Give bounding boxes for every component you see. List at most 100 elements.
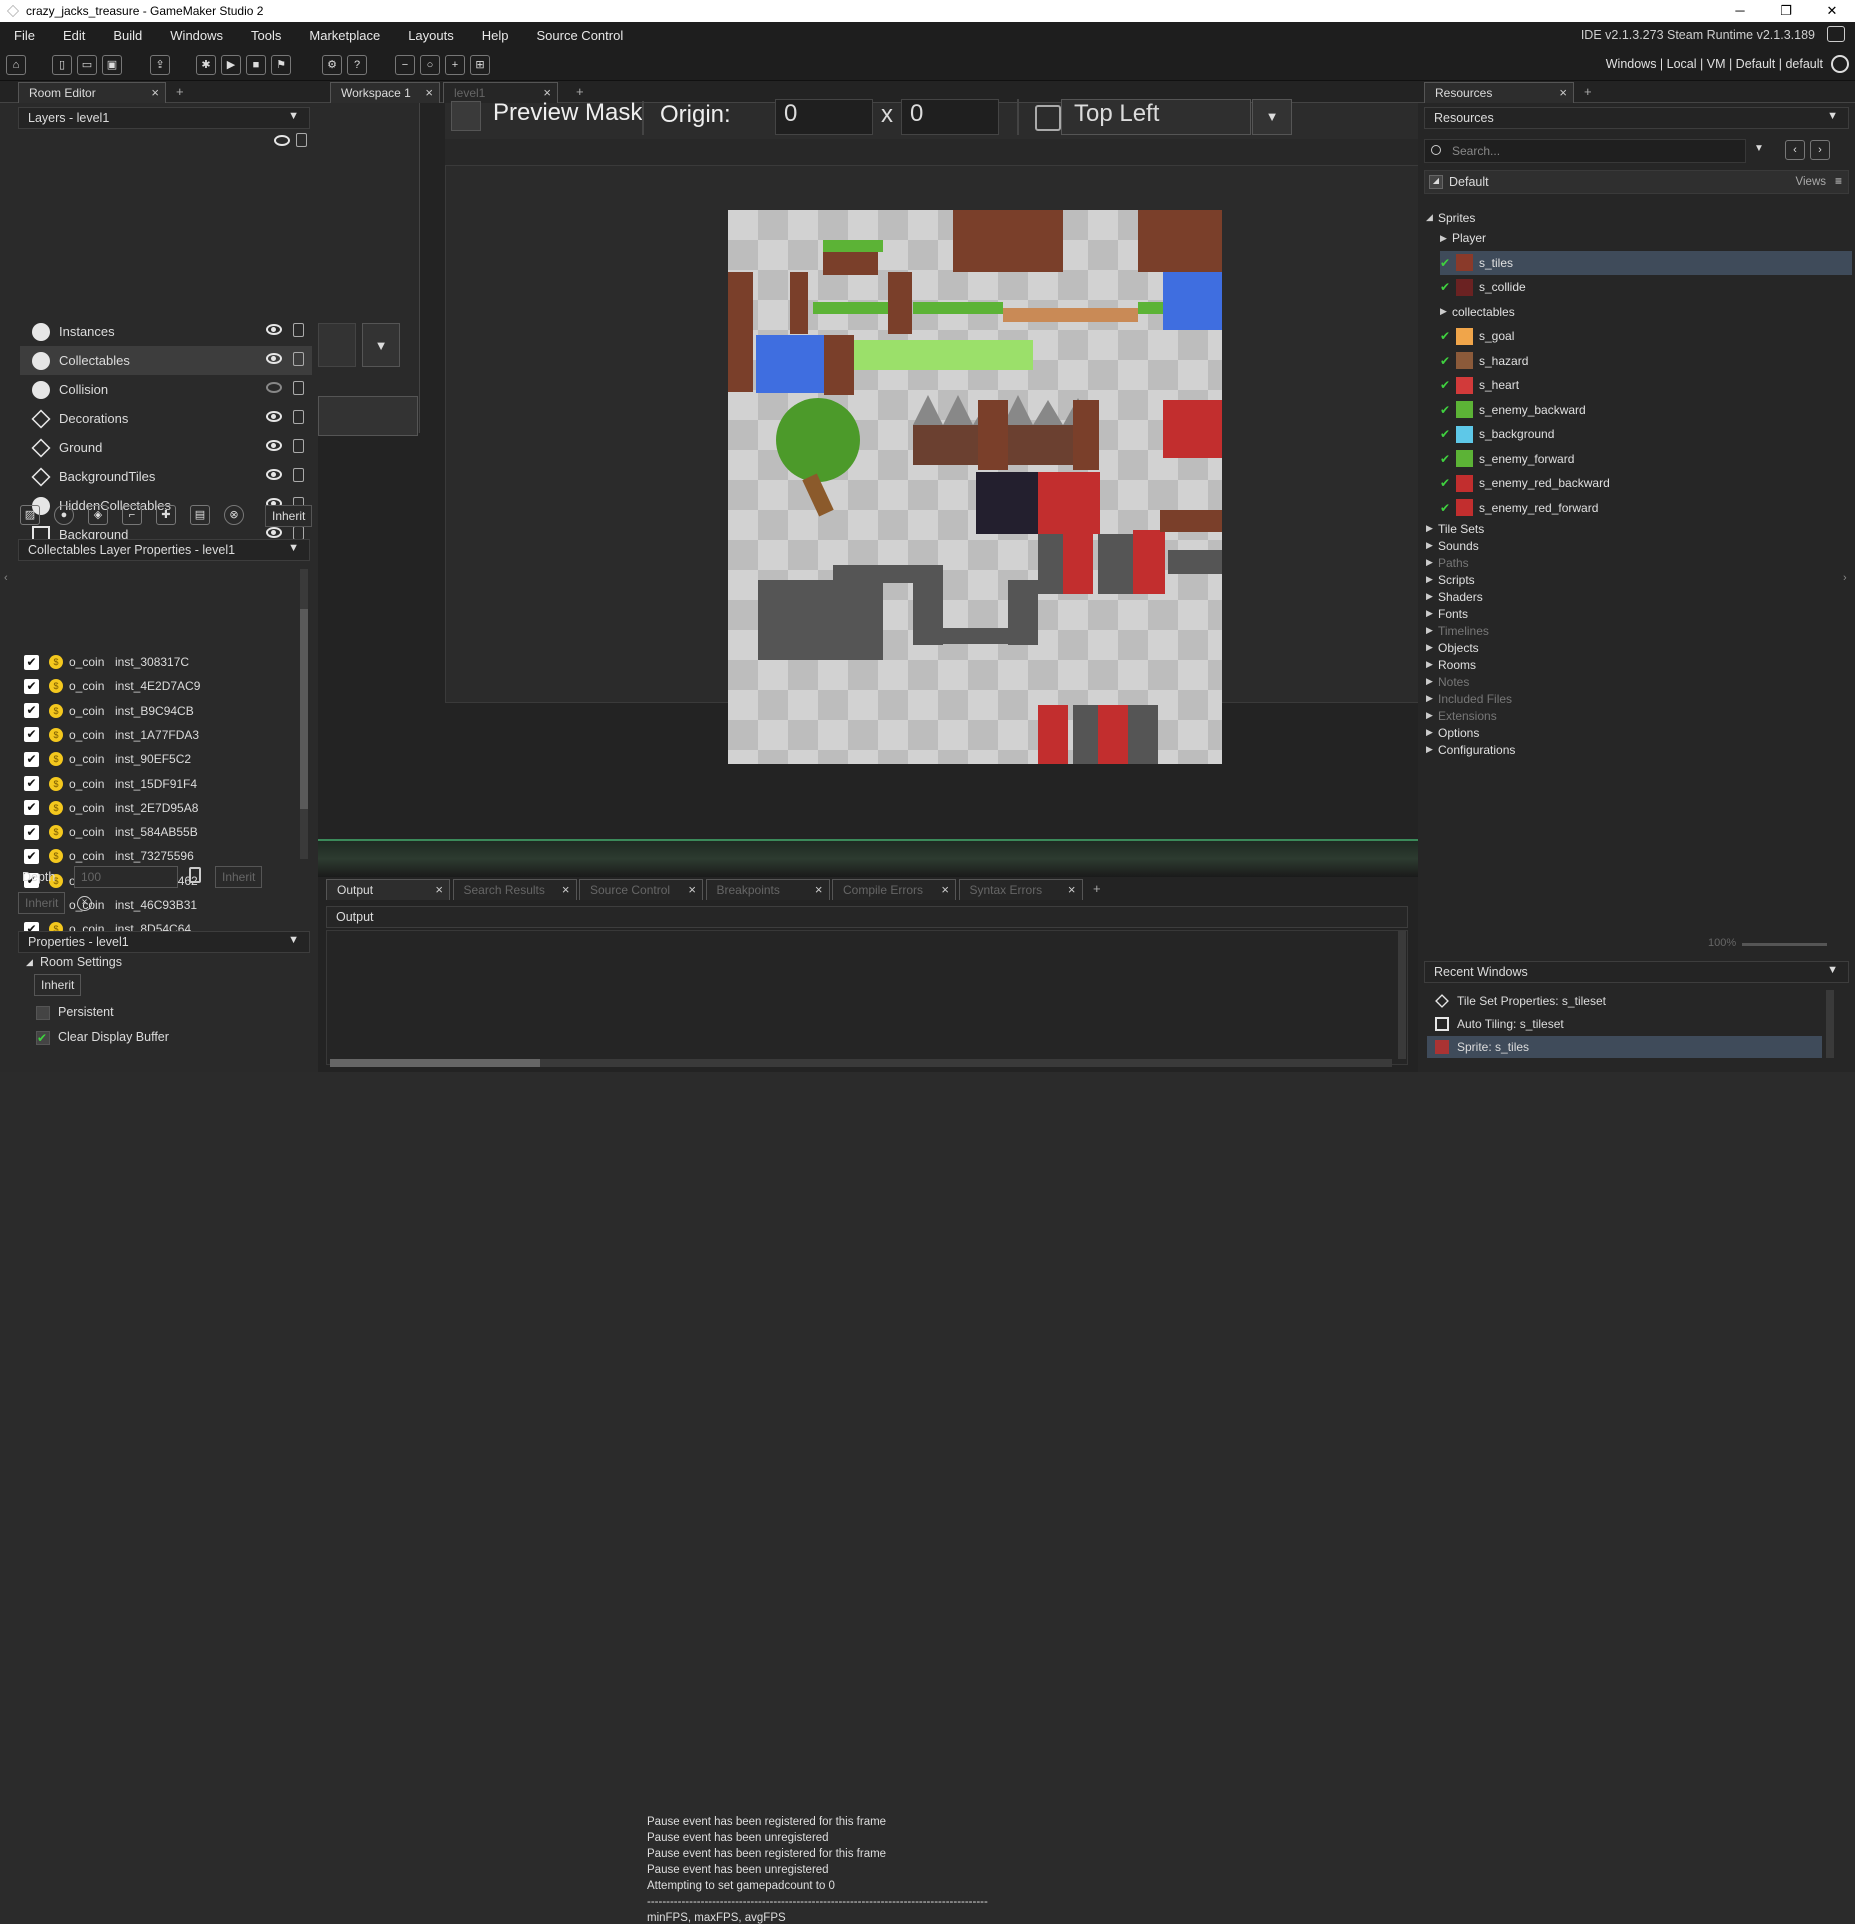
resource-search-input[interactable]: Search... — [1424, 139, 1746, 163]
resource-item[interactable]: ✔ s_heart — [1440, 373, 1852, 398]
instance-row[interactable]: ✔ $ o_coin inst_73275596 — [24, 844, 294, 868]
lock-icon[interactable] — [296, 133, 307, 147]
expanded-arrow-icon[interactable]: ◢ — [1426, 212, 1438, 223]
menu-file[interactable]: File — [0, 28, 49, 43]
collapsed-arrow-icon[interactable]: ▶ — [1426, 676, 1438, 687]
menu-windows[interactable]: Windows — [156, 28, 237, 43]
gear-icon[interactable]: ⚙ — [322, 55, 342, 75]
close-icon[interactable]: × — [543, 85, 551, 100]
collapsed-arrow-icon[interactable]: ▶ — [1426, 710, 1438, 721]
menu-edit[interactable]: Edit — [49, 28, 99, 43]
output-tab[interactable]: Search Results × — [452, 879, 577, 900]
resource-group[interactable]: ▶ Extensions — [1426, 707, 1852, 724]
collapse-left-icon[interactable]: ‹ — [4, 572, 8, 584]
open-project-icon[interactable]: ▭ — [77, 55, 97, 75]
resource-group[interactable]: ▶ Configurations — [1426, 741, 1852, 758]
output-tab[interactable]: Source Control × — [579, 879, 703, 900]
collapsed-arrow-icon[interactable]: ▶ — [1426, 557, 1438, 568]
add-path-layer-icon[interactable]: ⌐ — [122, 505, 142, 525]
output-hscrollbar[interactable] — [330, 1059, 1392, 1067]
preview-mask-checkbox[interactable] — [451, 101, 481, 131]
add-instance-layer-icon[interactable]: ● — [54, 505, 74, 525]
lock-icon[interactable] — [293, 468, 304, 482]
instance-checkbox[interactable]: ✔ — [24, 703, 39, 719]
resource-group[interactable]: ▶ Paths — [1426, 554, 1852, 571]
instance-row[interactable]: ✔ $ o_coin inst_308317C — [24, 650, 294, 674]
tab-workspace-1[interactable]: Workspace 1 × — [330, 82, 440, 103]
clean-icon[interactable]: ⚑ — [271, 55, 291, 75]
output-tab[interactable]: Breakpoints × — [705, 879, 830, 900]
collapsed-arrow-icon[interactable]: ▶ — [1426, 523, 1438, 534]
properties-header[interactable]: Properties - level1 ▼ — [18, 931, 310, 953]
recent-windows-header[interactable]: Recent Windows ▼ — [1424, 961, 1849, 983]
eye-icon[interactable] — [274, 135, 290, 146]
eye-icon[interactable] — [266, 440, 282, 451]
resource-group[interactable]: ◢ Sprites — [1426, 209, 1852, 226]
menu-tools[interactable]: Tools — [237, 28, 295, 43]
eye-icon[interactable] — [266, 469, 282, 480]
add-folder-icon[interactable]: ▤ — [190, 505, 210, 525]
close-icon[interactable]: × — [435, 882, 443, 897]
output-tab[interactable]: Syntax Errors × — [958, 879, 1083, 900]
export-icon[interactable]: ⇪ — [150, 55, 170, 75]
close-icon[interactable]: × — [815, 882, 823, 897]
run-icon[interactable]: ▶ — [221, 55, 241, 75]
add-asset-layer-icon[interactable]: ✚ — [156, 505, 176, 525]
origin-lock-icon[interactable] — [1035, 105, 1061, 131]
close-icon[interactable]: × — [1068, 882, 1076, 897]
instance-checkbox[interactable]: ✔ — [24, 776, 39, 791]
collapsed-arrow-icon[interactable]: ▶ — [1426, 642, 1438, 653]
resource-item[interactable]: ✔ s_tiles — [1440, 250, 1852, 275]
collapsed-arrow-icon[interactable]: ▶ — [1440, 233, 1452, 244]
chevron-down-icon[interactable]: ▼ — [288, 934, 299, 946]
output-tab[interactable]: Compile Errors × — [832, 879, 956, 900]
layer-item[interactable]: Collision — [20, 375, 312, 404]
output-console[interactable] — [326, 930, 1408, 1065]
menu-icon[interactable]: ≡ — [1835, 174, 1842, 188]
lock-icon[interactable] — [293, 323, 304, 337]
menu-build[interactable]: Build — [99, 28, 156, 43]
instance-row[interactable]: ✔ $ o_coin inst_1A77FDA3 — [24, 723, 294, 747]
add-background-layer-icon[interactable]: ▨ — [20, 505, 40, 525]
layer-item[interactable]: Instances — [20, 317, 312, 346]
close-icon[interactable]: × — [941, 882, 949, 897]
close-icon[interactable]: × — [688, 882, 696, 897]
output-vscrollbar[interactable] — [1398, 931, 1406, 1059]
instance-row[interactable]: ✔ $ o_coin inst_90EF5C2 — [24, 747, 294, 771]
add-tile-layer-icon[interactable]: ◈ — [88, 505, 108, 525]
layer-inherit-button[interactable]: Inherit — [18, 892, 66, 914]
instance-checkbox[interactable]: ✔ — [24, 727, 39, 743]
origin-x-input[interactable]: 0 — [775, 99, 873, 135]
forward-icon[interactable]: › — [1810, 140, 1830, 160]
resource-item[interactable]: ✔ s_enemy_forward — [1440, 447, 1852, 472]
instance-checkbox[interactable]: ✔ — [24, 824, 39, 840]
close-icon[interactable]: × — [425, 85, 433, 100]
room-inherit-button[interactable]: Inherit — [34, 974, 82, 996]
chevron-down-icon[interactable]: ▼ — [362, 323, 400, 367]
delete-layer-icon[interactable]: ⊗ — [224, 505, 244, 525]
resource-group[interactable]: ▶ Scripts — [1426, 571, 1852, 588]
resource-item[interactable]: ✔ s_background — [1440, 422, 1852, 447]
zoom-out-icon[interactable]: − — [395, 55, 415, 75]
instance-checkbox[interactable]: ✔ — [24, 751, 39, 767]
instance-row[interactable]: ✔ $ o_coin inst_2E7D95A8 — [24, 796, 294, 820]
inherit-layers-button[interactable]: Inherit — [265, 505, 313, 527]
save-project-icon[interactable]: ▣ — [102, 55, 122, 75]
instance-checkbox[interactable]: ✔ — [24, 654, 39, 670]
add-tab-button[interactable]: + — [576, 84, 584, 99]
add-tab-button[interactable]: + — [176, 84, 184, 99]
lock-icon[interactable] — [189, 867, 201, 883]
panel-splitter[interactable] — [318, 839, 1418, 877]
views-label[interactable]: Views — [1796, 176, 1826, 188]
instance-row[interactable]: ✔ $ o_coin inst_4E2D7AC9 — [24, 674, 294, 698]
depth-inherit-button[interactable]: Inherit — [215, 866, 263, 888]
collapsed-arrow-icon[interactable]: ▶ — [1426, 540, 1438, 551]
help-icon[interactable]: ? — [347, 55, 367, 75]
close-icon[interactable]: × — [562, 882, 570, 897]
maximize-button[interactable]: ❐ — [1763, 0, 1809, 22]
debug-icon[interactable]: ✱ — [196, 55, 216, 75]
fit-icon[interactable]: ⊞ — [470, 55, 490, 75]
menu-layouts[interactable]: Layouts — [394, 28, 468, 43]
eye-icon[interactable] — [266, 411, 282, 422]
eye-icon[interactable] — [266, 353, 282, 364]
